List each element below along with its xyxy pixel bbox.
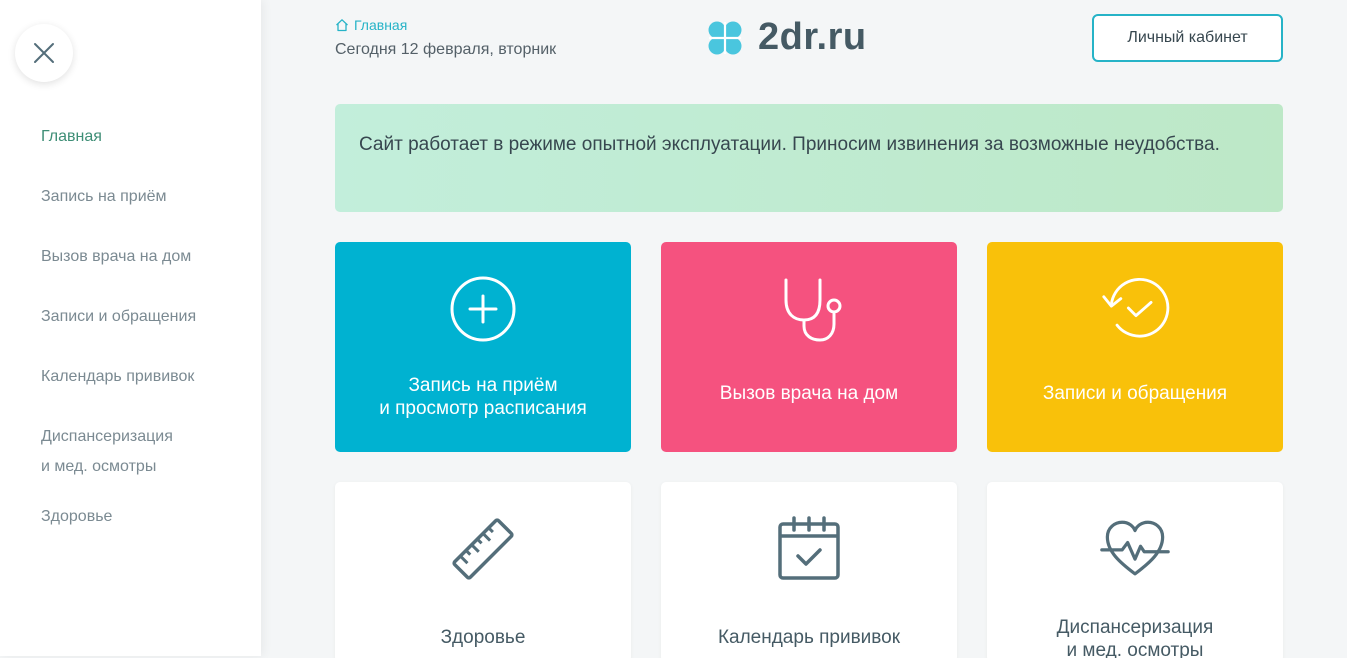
sidebar-item-vaccination-calendar[interactable]: Календарь прививок [41,362,194,392]
stethoscope-icon [774,274,844,344]
sidebar: Главная Запись на приём Вызов врача на д… [0,0,261,656]
history-clock-icon [1100,274,1170,344]
plus-circle-icon [448,274,518,344]
tile-health-label: Здоровье [440,627,526,648]
sidebar-item-doctor-home-call[interactable]: Вызов врача на дом [41,242,191,272]
notice-banner: Сайт работает в режиме опытной эксплуата… [335,104,1283,212]
tile-appointment-label: Запись на приём и просмотр расписания [379,375,587,419]
home-icon [336,19,348,32]
tile-vaccination-calendar-label: Календарь прививок [717,627,901,648]
sidebar-item-home[interactable]: Главная [41,122,102,152]
sidebar-item-records[interactable]: Записи и обращения [41,302,196,332]
sidebar-item-dispensary-line2[interactable]: и мед. осмотры [41,452,156,482]
close-icon [34,43,54,63]
tile-doctor-home-call[interactable]: Вызов врача на дом [661,242,957,452]
personal-cabinet-button[interactable]: Личный кабинет [1092,14,1283,62]
tile-appointment[interactable]: Запись на приём и просмотр расписания [335,242,631,452]
breadcrumb-home-link[interactable]: Главная [354,17,407,33]
close-menu-button[interactable] [15,24,73,82]
tile-records-label: Записи и обращения [1042,383,1228,404]
main-content: Главная Сегодня 12 февраля, вторник 2dr.… [261,0,1347,658]
heart-pulse-icon [1100,514,1170,584]
ruler-icon [448,514,518,584]
tile-dispensary-label: Диспансеризация и мед. осмотры [1056,617,1214,658]
today-date: Сегодня 12 февраля, вторник [335,41,557,58]
breadcrumb[interactable]: Главная [335,17,407,33]
notice-text: Сайт работает в режиме опытной эксплуата… [359,134,1220,155]
tile-doctor-home-call-label: Вызов врача на дом [719,383,899,404]
tile-dispensary[interactable]: Диспансеризация и мед. осмотры [987,482,1283,658]
logo-text: 2dr.ru [758,16,867,58]
sidebar-item-health[interactable]: Здоровье [41,502,112,532]
tile-vaccination-calendar[interactable]: Календарь прививок [661,482,957,658]
clover-logo-icon [708,21,742,54]
calendar-check-icon [774,514,844,584]
sidebar-item-dispensary[interactable]: Диспансеризация [41,422,173,452]
tile-health[interactable]: Здоровье [335,482,631,658]
tile-records[interactable]: Записи и обращения [987,242,1283,452]
site-logo[interactable]: 2dr.ru [704,16,867,59]
sidebar-item-appointment[interactable]: Запись на приём [41,182,167,212]
